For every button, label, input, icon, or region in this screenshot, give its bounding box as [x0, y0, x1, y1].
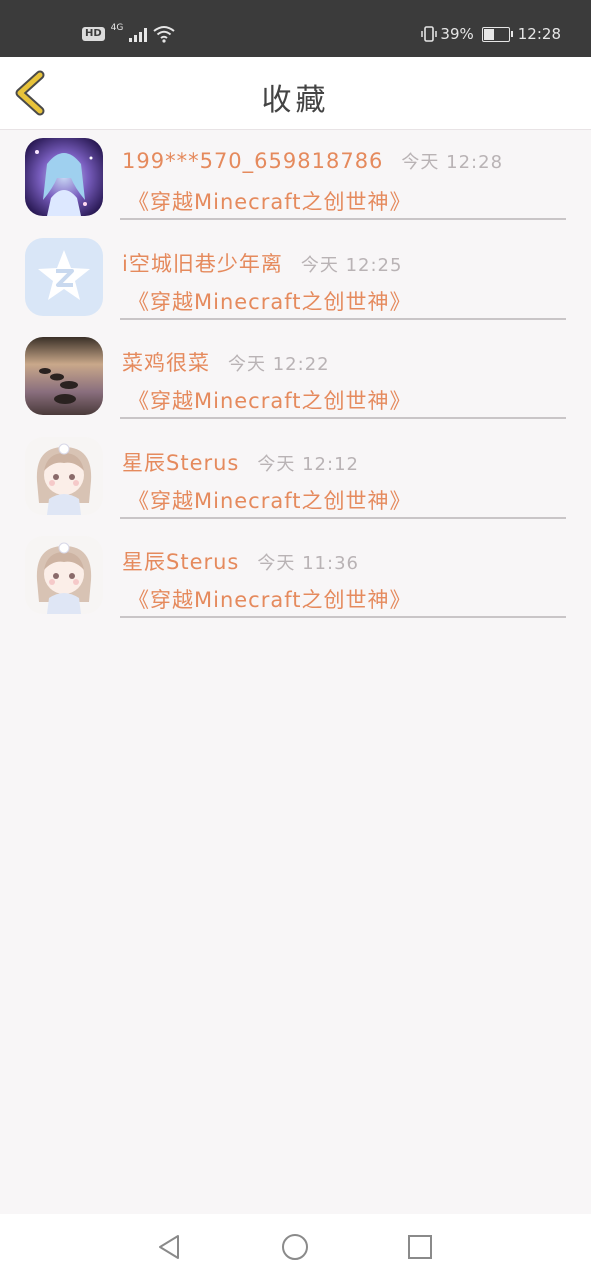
book-title[interactable]: 《穿越Minecraft之创世神》: [128, 286, 412, 316]
item-header: 星辰Sterus 今天 12:12: [122, 447, 359, 477]
book-title[interactable]: 《穿越Minecraft之创世神》: [128, 584, 412, 614]
username[interactable]: 199***570_659818786: [122, 149, 383, 173]
nav-home-button[interactable]: [280, 1232, 310, 1262]
avatar[interactable]: [25, 237, 103, 316]
status-left: HD 4G: [82, 22, 175, 46]
network-type: 4G: [110, 23, 124, 33]
hd-badge: HD: [82, 27, 105, 41]
list-item[interactable]: 星辰Sterus 今天 12:12 《穿越Minecraft之创世神》: [0, 429, 591, 529]
list-item[interactable]: i空城旧巷少年离 今天 12:25 《穿越Minecraft之创世神》: [0, 230, 591, 330]
item-header: i空城旧巷少年离 今天 12:25: [122, 248, 402, 278]
divider: [120, 516, 566, 519]
username[interactable]: 星辰Sterus: [122, 447, 239, 477]
avatar[interactable]: [25, 138, 103, 216]
timestamp: 今天 12:22: [228, 354, 330, 375]
timestamp: 今天 12:12: [257, 453, 359, 475]
username[interactable]: i空城旧巷少年离: [122, 248, 283, 278]
username[interactable]: 星辰Sterus: [122, 546, 239, 576]
triangle-back-icon: [159, 1235, 179, 1259]
avatar[interactable]: [25, 337, 103, 415]
status-right: 39% 12:28: [420, 22, 561, 46]
book-title[interactable]: 《穿越Minecraft之创世神》: [128, 186, 412, 216]
divider: [120, 616, 566, 618]
timestamp: 今天 11:36: [257, 553, 359, 574]
username[interactable]: 菜鸡很菜: [122, 347, 210, 377]
clock: 12:28: [517, 25, 561, 43]
wifi-icon: [153, 26, 175, 43]
battery-percent: 39%: [440, 25, 474, 43]
square-recents-icon: [408, 1235, 432, 1259]
timestamp: 今天 12:25: [300, 254, 403, 276]
favorites-list: 199***570_659818786 今天 12:28 《穿越Minecraf…: [0, 130, 591, 628]
status-bar: HD 4G 39% 12:28: [0, 0, 591, 57]
divider: [120, 317, 566, 320]
nav-recents-button[interactable]: [405, 1232, 435, 1262]
avatar[interactable]: [25, 536, 103, 614]
book-title[interactable]: 《穿越Minecraft之创世神》: [128, 485, 412, 515]
list-item[interactable]: 199***570_659818786 今天 12:28 《穿越Minecraf…: [0, 130, 591, 230]
item-header: 菜鸡很菜 今天 12:22: [122, 347, 330, 377]
item-header: 星辰Sterus 今天 11:36: [122, 546, 359, 576]
item-header: 199***570_659818786 今天 12:28: [122, 148, 503, 174]
divider: [120, 218, 566, 220]
book-title[interactable]: 《穿越Minecraft之创世神》: [128, 385, 412, 415]
circle-home-icon: [282, 1234, 308, 1260]
page-title: 收藏: [261, 83, 330, 118]
nav-back-button[interactable]: [154, 1232, 184, 1262]
avatar[interactable]: [25, 436, 103, 515]
system-nav-bar: [0, 1214, 591, 1280]
list-item[interactable]: 菜鸡很菜 今天 12:22 《穿越Minecraft之创世神》: [0, 329, 591, 429]
battery-icon: [481, 26, 513, 42]
list-item[interactable]: 星辰Sterus 今天 11:36 《穿越Minecraft之创世神》: [0, 528, 591, 628]
signal-icon: [129, 26, 148, 42]
vibrate-icon: [421, 26, 438, 42]
header: 收藏: [0, 57, 591, 130]
divider: [120, 417, 566, 419]
timestamp: 今天 12:28: [401, 152, 504, 173]
